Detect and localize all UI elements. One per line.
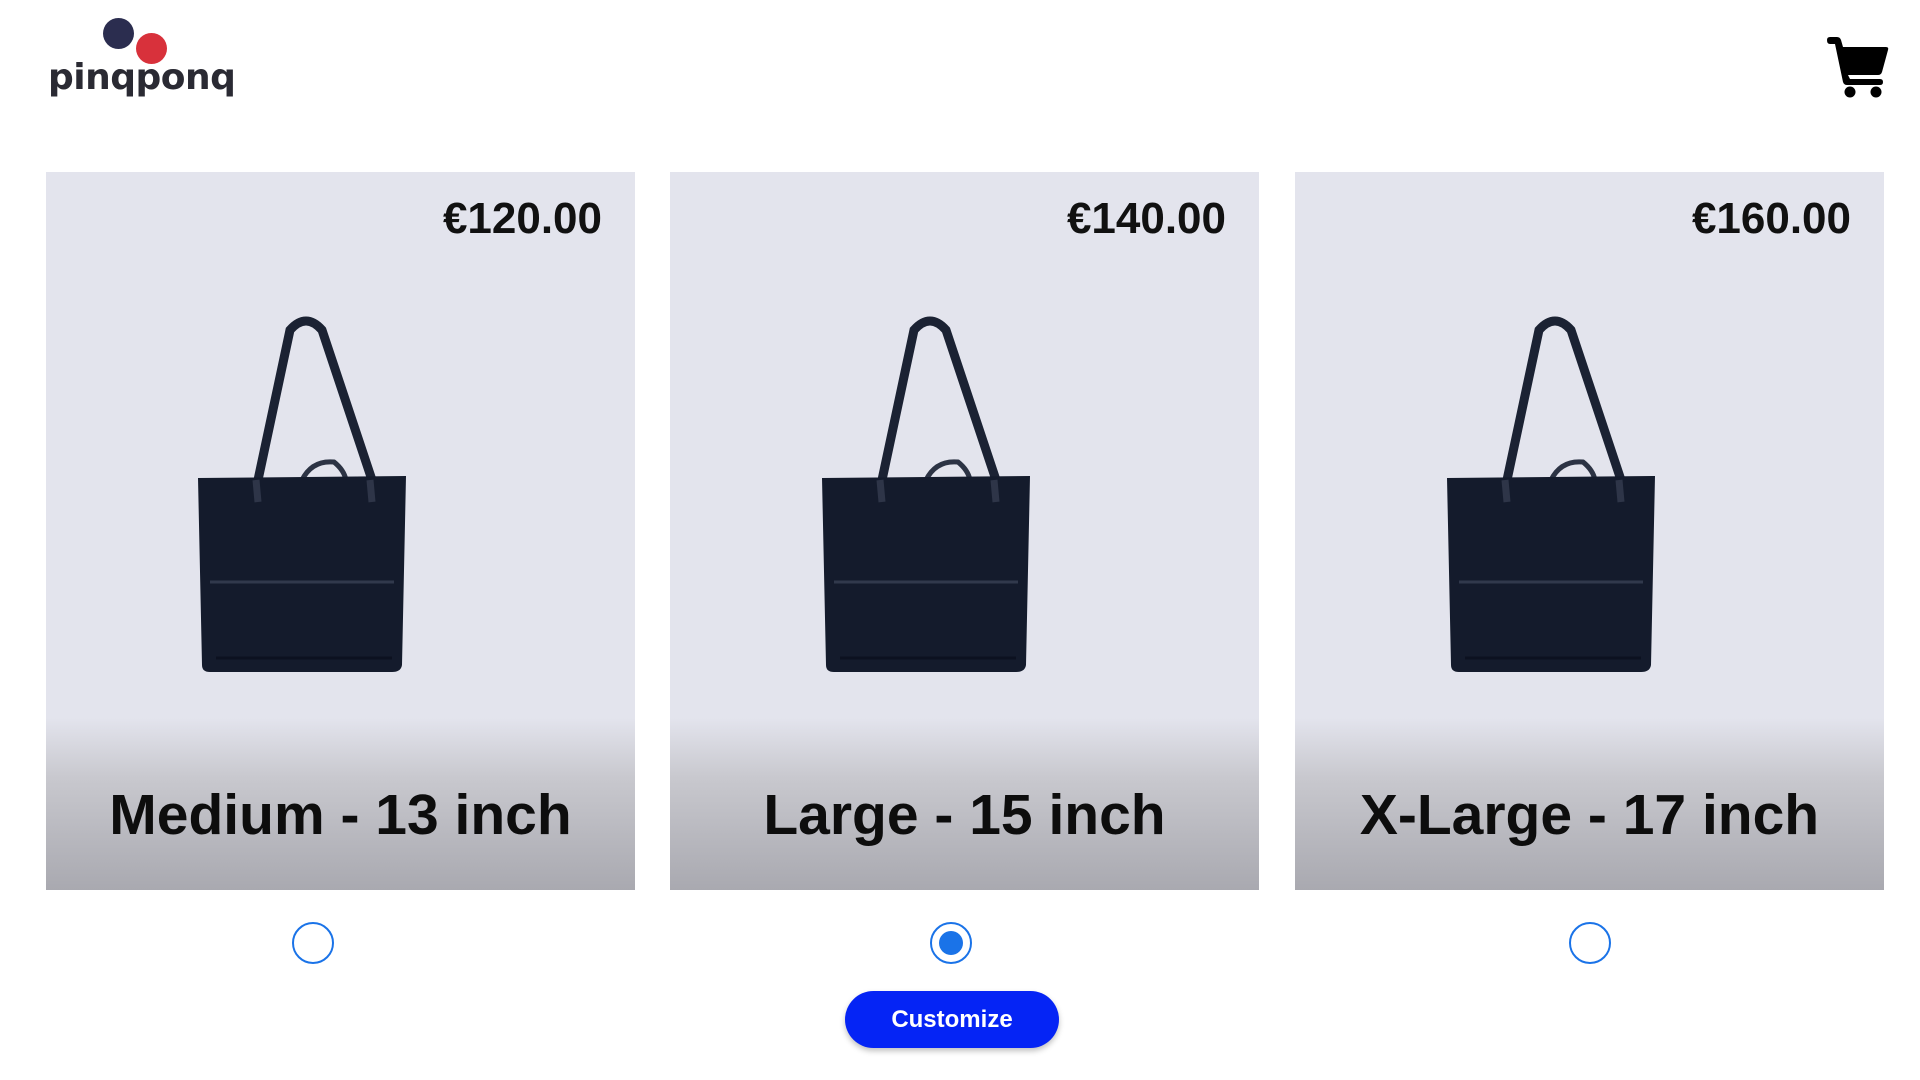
cart-button[interactable] <box>1826 36 1890 98</box>
radio-size-large[interactable] <box>930 922 972 964</box>
size-label: Large - 15 inch <box>763 783 1166 847</box>
tote-bag-image <box>198 316 406 672</box>
size-label: X-Large - 17 inch <box>1359 783 1820 847</box>
brand-logo[interactable]: pinqponq <box>48 16 236 106</box>
tote-bag-image <box>822 316 1030 672</box>
radio-size-medium[interactable] <box>292 922 334 964</box>
logo-dark-dot <box>103 18 134 49</box>
customize-button[interactable]: Customize <box>845 991 1059 1048</box>
logo-wordmark: pinqponq <box>48 57 236 98</box>
product-size-selector-page: pinqponq €120.00 Medium - 13 inch €140.0… <box>0 0 1920 1080</box>
size-label: Medium - 13 inch <box>109 783 572 847</box>
product-card-list: €120.00 Medium - 13 inch €140.00 Large -… <box>46 172 1884 890</box>
radio-selected-dot <box>939 931 963 955</box>
product-card-x-large[interactable]: €160.00 X-Large - 17 inch <box>1295 172 1884 890</box>
shopping-cart-icon <box>1827 37 1889 98</box>
tote-bag-image <box>1447 316 1655 672</box>
product-card-large[interactable]: €140.00 Large - 15 inch <box>670 172 1259 890</box>
product-price: €120.00 <box>442 194 602 243</box>
product-price: €140.00 <box>1066 194 1226 243</box>
product-price: €160.00 <box>1691 194 1851 243</box>
radio-size-x-large[interactable] <box>1569 922 1611 964</box>
product-card-medium[interactable]: €120.00 Medium - 13 inch <box>46 172 635 890</box>
